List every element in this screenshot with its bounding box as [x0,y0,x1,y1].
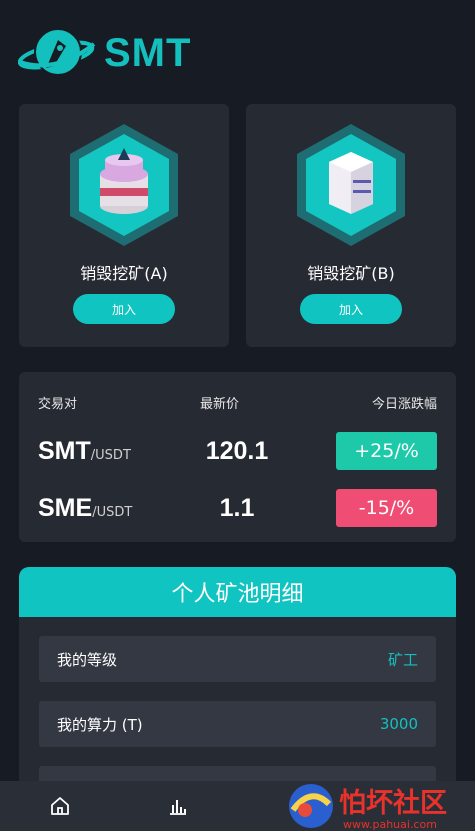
home-icon[interactable] [49,795,71,817]
pair-quote: /USDT [92,505,133,520]
mining-card-a[interactable]: 销毁挖矿(A) 加入 [19,104,229,347]
header-price: 最新价 [200,397,240,412]
latest-price: 1.1 [219,494,255,522]
planet-rocket-logo-icon [18,28,96,76]
watermark: 怕坏社区 www.pahuai.com [289,784,447,831]
header: SMT [18,22,191,84]
pair: SME /USDT [38,489,132,527]
mining-b-icon [297,124,405,246]
change-badge: -15/% [336,489,437,527]
mining-a-icon [70,124,178,246]
pair-quote: /USDT [90,448,131,463]
pool-row-label: 我的算力 (T) [57,715,143,734]
market-row[interactable]: SMT /USDT 120.1 +25/% [19,432,456,470]
market-row[interactable]: SME /USDT 1.1 -15/% [19,489,456,527]
pair-symbol: SMT [38,437,91,465]
pool-row-value: 3000 [379,715,418,733]
join-mining-b-button[interactable]: 加入 [300,294,402,324]
header-pair: 交易对 [38,397,78,412]
watermark-url: www.pahuai.com [343,818,437,831]
latest-price: 120.1 [205,437,269,465]
pair-symbol: SME [38,494,93,522]
mining-card-b[interactable]: 销毁挖矿(B) 加入 [246,104,456,347]
pool-row-value: 矿工 [387,650,418,669]
join-mining-a-button[interactable]: 加入 [73,294,175,324]
app-title: SMT [104,30,192,75]
chart-bars-icon[interactable] [167,795,189,817]
mining-a-label: 销毁挖矿(A) [80,264,168,283]
watermark-text: 怕坏社区 [339,787,447,819]
pool-row-label: 我的等级 [57,650,118,669]
change-badge: +25/% [336,432,437,470]
pair: SMT /USDT [38,432,131,470]
pool-detail-panel: 个人矿池明细 我的等级 矿工 我的算力 (T) 3000 [19,567,456,807]
header-change: 今日涨跌幅 [371,397,437,412]
pool-row-level: 我的等级 矿工 [39,636,436,682]
market-panel: 交易对 最新价 今日涨跌幅 SMT /USDT 120.1 +25/% SME … [19,372,456,542]
mining-b-label: 销毁挖矿(B) [307,264,395,283]
pool-row-hashrate: 我的算力 (T) 3000 [39,701,436,747]
pool-title: 个人矿池明细 [19,567,456,617]
